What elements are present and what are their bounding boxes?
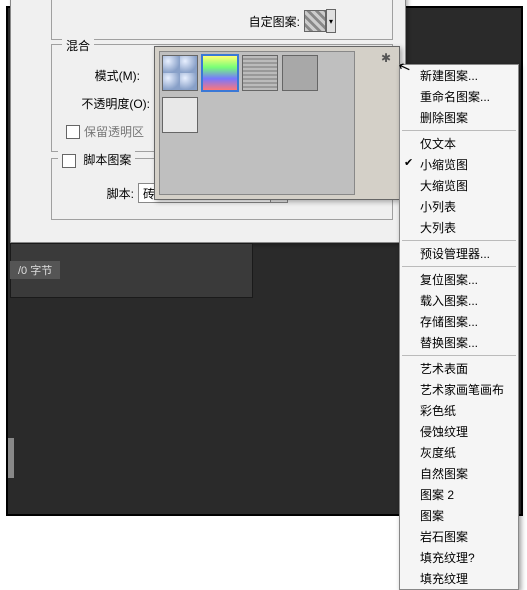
menu-load-patterns[interactable]: 载入图案... (400, 290, 518, 311)
menu-preset-erode[interactable]: 侵蚀纹理 (400, 421, 518, 442)
menu-preset-manager[interactable]: 预设管理器... (400, 243, 518, 264)
custom-pattern-label: 自定图案: (249, 13, 304, 30)
script-legend: 脚本图案 (58, 151, 135, 168)
menu-text-only[interactable]: 仅文本 (400, 133, 518, 154)
pattern-thumb[interactable] (202, 55, 238, 91)
opacity-label: 不透明度(O): (52, 95, 154, 112)
pattern-thumb[interactable] (242, 55, 278, 91)
menu-preset-pattern2[interactable]: 图案 2 (400, 484, 518, 505)
pattern-thumb-grid[interactable] (159, 51, 355, 195)
menu-delete-pattern[interactable]: 删除图案 (400, 107, 518, 128)
pattern-fieldset: 自定图案: ▾ (51, 0, 393, 40)
menu-preset-pattern[interactable]: 图案 (400, 505, 518, 526)
menu-rename-pattern[interactable]: 重命名图案... (400, 86, 518, 107)
menu-preset-colorpaper[interactable]: 彩色纸 (400, 400, 518, 421)
pattern-picker-flyout: ✱ (154, 46, 400, 200)
menu-separator (402, 355, 516, 356)
blend-legend: 混合 (62, 37, 94, 54)
menu-separator (402, 240, 516, 241)
menu-separator (402, 266, 516, 267)
gear-icon[interactable]: ✱ (379, 51, 393, 65)
preserve-transparency-checkbox[interactable] (66, 125, 80, 139)
menu-preset-artsurface[interactable]: 艺术表面 (400, 358, 518, 379)
left-gutter (8, 438, 14, 478)
app-frame: 自定图案: ▾ 混合 模式(M): 不透明度(O): 保留透明区 脚本图案 (6, 6, 523, 516)
status-bytes: /0 字节 (10, 261, 60, 279)
menu-large-thumb[interactable]: 大缩览图 (400, 175, 518, 196)
menu-separator (402, 130, 516, 131)
pattern-thumb[interactable] (282, 55, 318, 91)
menu-preset-nature[interactable]: 自然图案 (400, 463, 518, 484)
pattern-thumb[interactable] (162, 97, 198, 133)
menu-preset-filltex1[interactable]: 填充纹理? (400, 547, 518, 568)
menu-preset-graypaper[interactable]: 灰度纸 (400, 442, 518, 463)
preserve-transparency-label: 保留透明区 (84, 123, 144, 140)
mode-label: 模式(M): (70, 67, 144, 84)
menu-preset-artistbrush[interactable]: 艺术家画笔画布 (400, 379, 518, 400)
script-pattern-label: 脚本图案 (83, 153, 131, 167)
script-label: 脚本: (92, 185, 138, 202)
menu-large-list[interactable]: 大列表 (400, 217, 518, 238)
menu-replace-patterns[interactable]: 替换图案... (400, 332, 518, 353)
menu-preset-rock[interactable]: 岩石图案 (400, 526, 518, 547)
menu-small-list[interactable]: 小列表 (400, 196, 518, 217)
script-pattern-checkbox[interactable] (62, 154, 76, 168)
pattern-swatch[interactable] (304, 10, 326, 32)
menu-reset-patterns[interactable]: 复位图案... (400, 269, 518, 290)
pattern-thumb[interactable] (162, 55, 198, 91)
menu-small-thumb[interactable]: 小缩览图 (400, 154, 518, 175)
menu-new-pattern[interactable]: 新建图案... (400, 65, 518, 86)
pattern-flyout-menu: 新建图案... 重命名图案... 删除图案 仅文本 小缩览图 大缩览图 小列表 … (399, 64, 519, 590)
menu-preset-filltex2[interactable]: 填充纹理 (400, 568, 518, 589)
menu-save-patterns[interactable]: 存储图案... (400, 311, 518, 332)
pattern-dropdown-arrow[interactable]: ▾ (326, 9, 336, 33)
